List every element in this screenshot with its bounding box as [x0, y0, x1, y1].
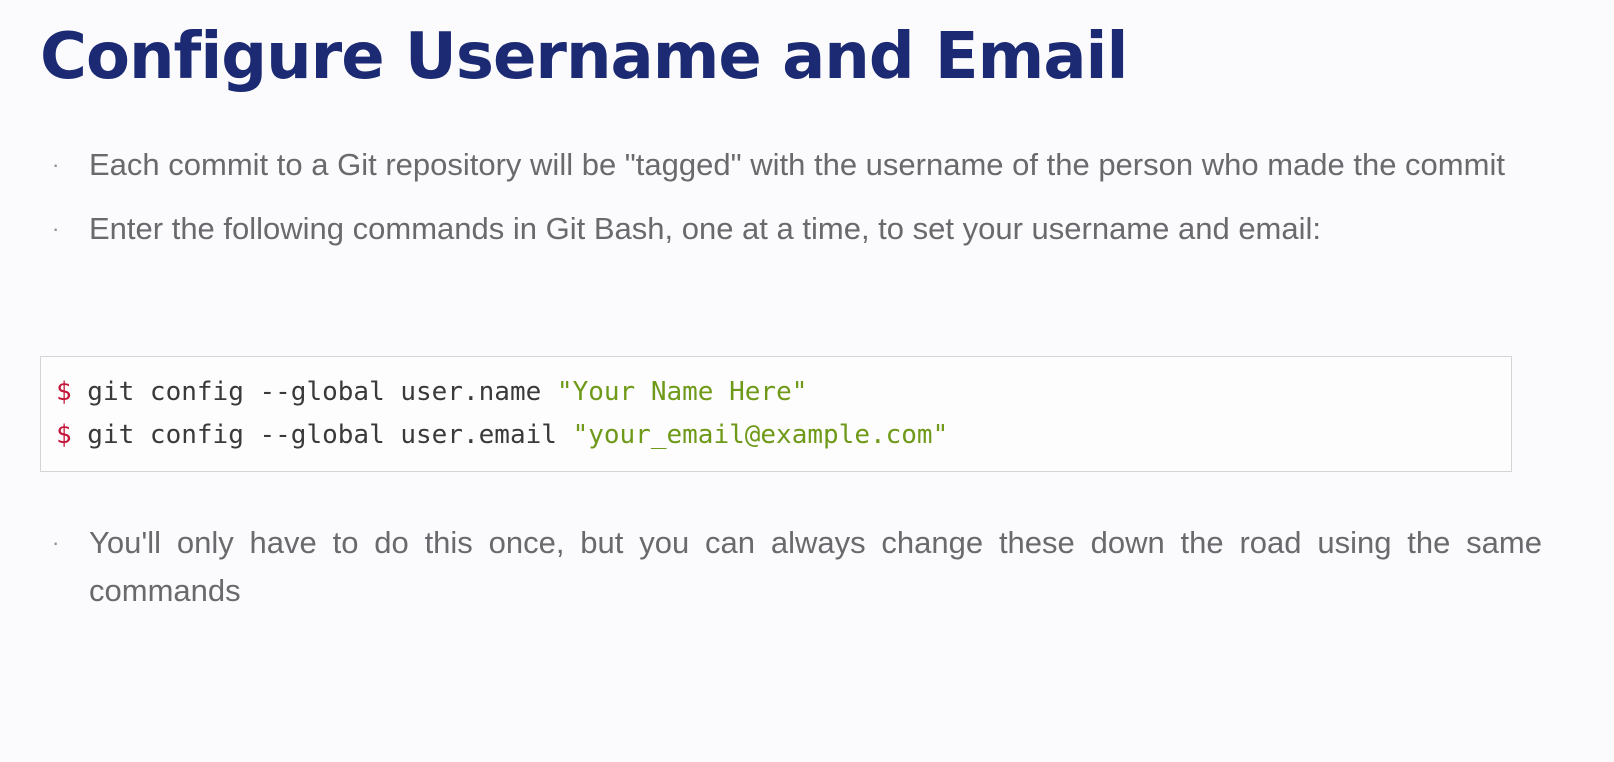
bullet-item: · Enter the following commands in Git Ba…	[52, 205, 1542, 253]
shell-prompt: $	[56, 377, 72, 407]
shell-prompt: $	[56, 420, 72, 450]
bullet-item: · You'll only have to do this once, but …	[52, 519, 1542, 615]
slide: Configure Username and Email · Each comm…	[0, 0, 1614, 762]
bullet-marker: ·	[52, 530, 60, 555]
code-string: "your_email@example.com"	[572, 420, 949, 450]
bullet-marker: ·	[52, 216, 60, 241]
bullet-item: · Each commit to a Git repository will b…	[52, 141, 1542, 189]
code-line: $ git config --global user.name "Your Na…	[56, 371, 1511, 414]
bullet-text: You'll only have to do this once, but yo…	[89, 525, 1542, 608]
bullet-text: Each commit to a Git repository will be …	[89, 147, 1505, 182]
bullet-text: Enter the following commands in Git Bash…	[89, 211, 1322, 246]
code-command: git config --global user.name	[71, 377, 557, 407]
code-string: "Your Name Here"	[556, 377, 808, 407]
bullet-marker: ·	[52, 152, 60, 177]
bullet-list-top: · Each commit to a Git repository will b…	[52, 141, 1542, 253]
code-line: $ git config --global user.email "your_e…	[56, 414, 1511, 457]
code-command: git config --global user.email	[71, 420, 573, 450]
slide-title: Configure Username and Email	[40, 20, 1128, 94]
code-block: $ git config --global user.name "Your Na…	[40, 356, 1512, 472]
bullet-list-bottom: · You'll only have to do this once, but …	[52, 519, 1542, 615]
